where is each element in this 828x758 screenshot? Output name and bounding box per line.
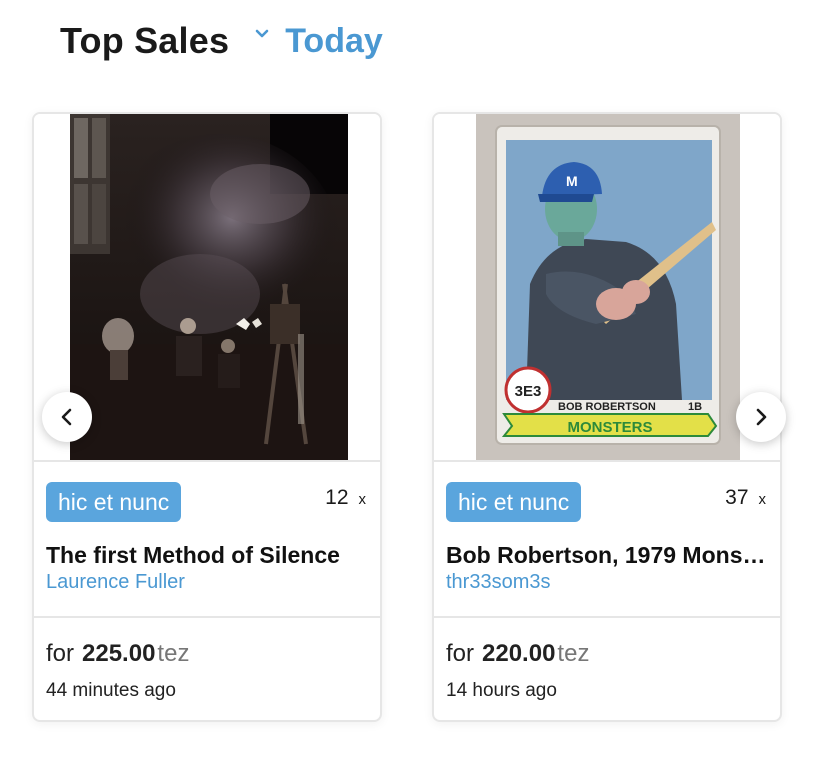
- divider: [434, 616, 780, 618]
- artwork-title[interactable]: Bob Robertson, 1979 Monsters: [446, 542, 772, 569]
- price-amount: 225.00: [82, 640, 156, 667]
- chevron-down-icon: [255, 29, 269, 38]
- artwork-thumbnail[interactable]: M 3E3 BOB ROBERTSON 1B MONSTERS: [434, 114, 780, 462]
- sale-price: for 220.00 tez: [446, 640, 589, 668]
- player-position: 1B: [688, 401, 702, 413]
- player-name: BOB ROBERTSON: [558, 401, 656, 413]
- creator-link[interactable]: thr33som3s: [446, 571, 551, 594]
- editions-count: 12 x: [325, 486, 366, 510]
- cap-letter: M: [566, 173, 578, 189]
- period-label: Today: [285, 21, 383, 60]
- price-prefix: for: [46, 640, 75, 667]
- sale-price: for 225.00 tez: [46, 640, 189, 668]
- artwork-title[interactable]: The first Method of Silence: [46, 542, 372, 569]
- sale-time: 14 hours ago: [446, 680, 557, 701]
- price-prefix: for: [446, 640, 475, 667]
- team-logo-text: 3E3: [515, 383, 542, 400]
- price-currency: tez: [557, 640, 590, 667]
- marketplace-badge[interactable]: hic et nunc: [46, 482, 182, 522]
- editions-number: 12: [325, 486, 349, 509]
- section-title: Top Sales: [60, 20, 230, 61]
- period-selector[interactable]: Today: [255, 22, 383, 61]
- price-amount: 220.00: [482, 640, 556, 667]
- editions-number: 37: [725, 486, 749, 509]
- editions-suffix: x: [358, 491, 367, 508]
- section-header: Top Sales Today: [60, 18, 383, 64]
- creator-link[interactable]: Laurence Fuller: [46, 571, 185, 594]
- team-name: MONSTERS: [567, 419, 652, 436]
- editions-suffix: x: [758, 491, 767, 508]
- carousel-prev-button[interactable]: [42, 392, 92, 442]
- price-currency: tez: [157, 640, 190, 667]
- carousel-next-button[interactable]: [736, 392, 786, 442]
- artwork-image: M 3E3 BOB ROBERTSON 1B MONSTERS: [476, 114, 740, 460]
- chevron-left-icon: [61, 408, 72, 426]
- marketplace-badge[interactable]: hic et nunc: [446, 482, 582, 522]
- chevron-right-icon: [756, 408, 767, 426]
- artwork-image: [70, 114, 348, 460]
- sale-card[interactable]: M 3E3 BOB ROBERTSON 1B MONSTERS hic et n…: [432, 112, 782, 722]
- divider: [34, 616, 380, 618]
- sale-time: 44 minutes ago: [46, 680, 176, 701]
- editions-count: 37 x: [725, 486, 766, 510]
